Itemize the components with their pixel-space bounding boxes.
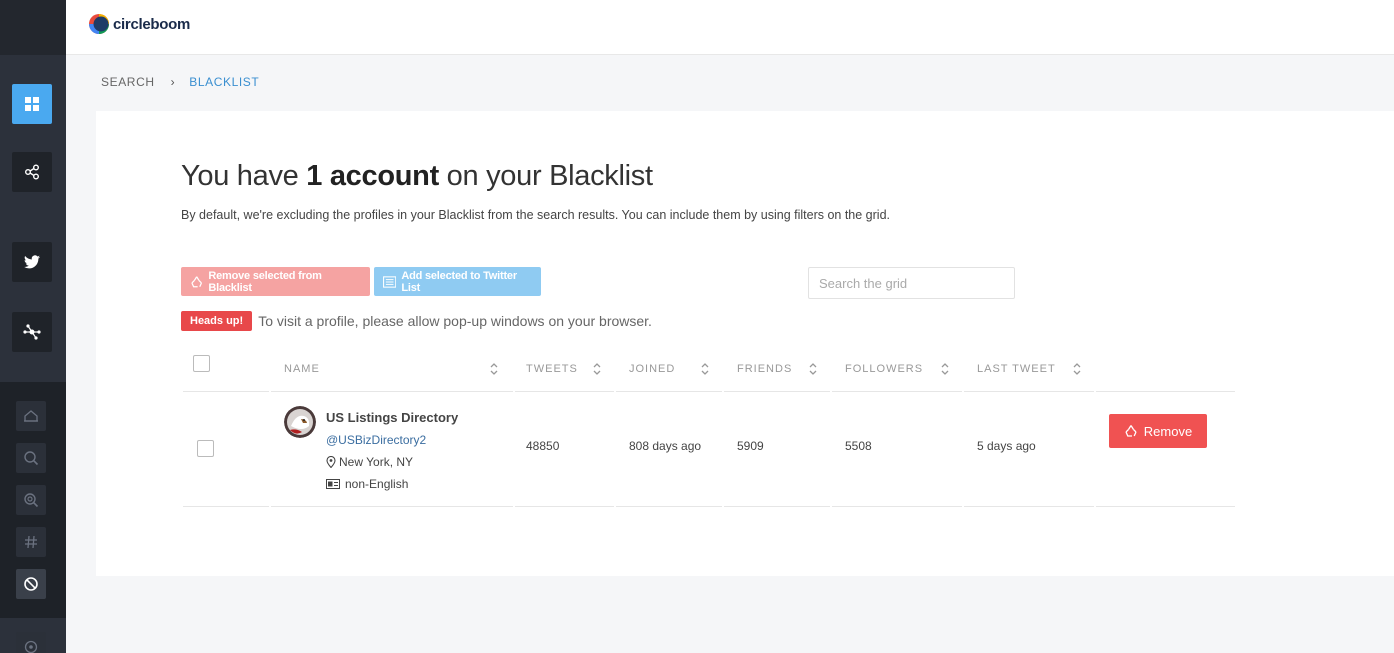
sidebar-item-network[interactable] [12,312,52,352]
sidebar-item-dashboard[interactable] [12,84,52,124]
logo-text: circleboom [113,15,191,33]
sidebar-item-twitter[interactable] [12,242,52,282]
language-icon [326,479,340,489]
row-divider [271,506,513,507]
header-divider [183,391,269,392]
cell-tweets: 48850 [526,439,560,453]
sidebar-item-share[interactable] [12,152,52,192]
zoom-search-icon [24,493,39,508]
share-icon [25,164,39,180]
circleboom-logo-icon [89,14,109,34]
header-divider [724,391,830,392]
popup-notice: Heads up! To visit a profile, please all… [181,311,652,331]
remove-selected-button[interactable]: Remove selected from Blacklist [181,267,370,296]
sort-icon[interactable] [700,361,710,377]
column-header-followers[interactable]: FOLLOWERS [845,363,923,375]
avatar[interactable] [284,406,316,438]
hashtag-icon [25,535,37,549]
column-header-name[interactable]: NAME [284,363,320,375]
map-pin-icon [326,456,336,468]
sidebar [0,0,66,653]
heads-up-badge: Heads up! [181,311,253,331]
blacklist-icon [24,577,38,591]
title-prefix: You have [181,160,307,192]
cell-followers: 5508 [845,439,872,453]
add-to-list-label: Add selected to Twitter List [401,269,517,294]
list-icon [383,275,397,288]
chevron-right-icon: › [170,75,176,89]
account-language: non-English [326,477,408,491]
row-divider [964,506,1094,507]
eagle-avatar-icon [284,406,316,438]
breadcrumb-blacklist: BLACKLIST [189,75,260,89]
recycle-icon [1125,425,1137,437]
header-divider [616,391,722,392]
row-divider [183,506,269,507]
select-all-checkbox[interactable] [193,355,210,372]
sort-icon[interactable] [489,361,499,377]
remove-button-label: Remove [1143,423,1193,439]
row-divider [724,506,830,507]
page-title: You have 1 account on your Blacklist [181,160,653,193]
sort-icon[interactable] [592,361,602,377]
network-icon [23,324,41,340]
remove-button[interactable]: Remove [1109,414,1207,448]
remove-selected-label: Remove selected from Blacklist [208,269,322,294]
search-icon [24,451,39,466]
account-handle[interactable]: @USBizDirectory2 [326,433,426,447]
header-divider [1096,391,1235,392]
circleboom-logo[interactable]: circleboom [88,12,190,36]
title-count: 1 account [306,160,439,192]
location-icon [24,640,38,653]
sort-icon[interactable] [940,361,950,377]
sidebar-item-advanced-search[interactable] [16,485,46,515]
sort-icon[interactable] [1072,361,1082,377]
row-divider [832,506,962,507]
cell-joined: 808 days ago [629,439,702,453]
account-location: New York, NY [326,455,413,469]
page-subtitle: By default, we're excluding the profiles… [181,208,891,222]
home-icon [24,410,38,422]
sidebar-item-hashtag[interactable] [16,527,46,557]
heads-up-text: To visit a profile, please allow pop-up … [258,313,652,329]
column-header-last-tweet[interactable]: LAST TWEET [977,363,1056,375]
header-divider [515,391,614,392]
row-divider [616,506,722,507]
language-text: non-English [345,477,409,491]
top-header: circleboom [66,0,1394,55]
row-divider [1096,506,1235,507]
dashboard-icon [25,97,39,111]
header-divider [832,391,962,392]
sidebar-item-home[interactable] [16,401,46,431]
sidebar-item-search[interactable] [16,443,46,473]
header-divider [271,391,513,392]
column-header-joined[interactable]: JOINED [629,363,675,375]
column-header-friends[interactable]: FRIENDS [737,363,792,375]
row-checkbox[interactable] [197,440,214,457]
header-divider [964,391,1094,392]
title-suffix: on your Blacklist [438,160,653,192]
cell-last-tweet: 5 days ago [977,439,1036,453]
row-divider [515,506,614,507]
account-name[interactable]: US Listings Directory [326,410,458,425]
sort-icon[interactable] [808,361,818,377]
sidebar-item-blacklist[interactable] [16,569,46,599]
twitter-icon [24,255,40,269]
breadcrumb: SEARCH › BLACKLIST [101,75,259,89]
add-to-list-button[interactable]: Add selected to Twitter List [374,267,541,296]
cell-friends: 5909 [737,439,764,453]
column-header-tweets[interactable]: TWEETS [526,363,578,375]
sidebar-top [0,0,66,55]
breadcrumb-search[interactable]: SEARCH [101,75,155,89]
location-text: New York, NY [339,455,414,469]
sidebar-item-location[interactable] [16,632,46,653]
search-grid-input[interactable] [808,267,1015,299]
recycle-icon [191,275,203,287]
